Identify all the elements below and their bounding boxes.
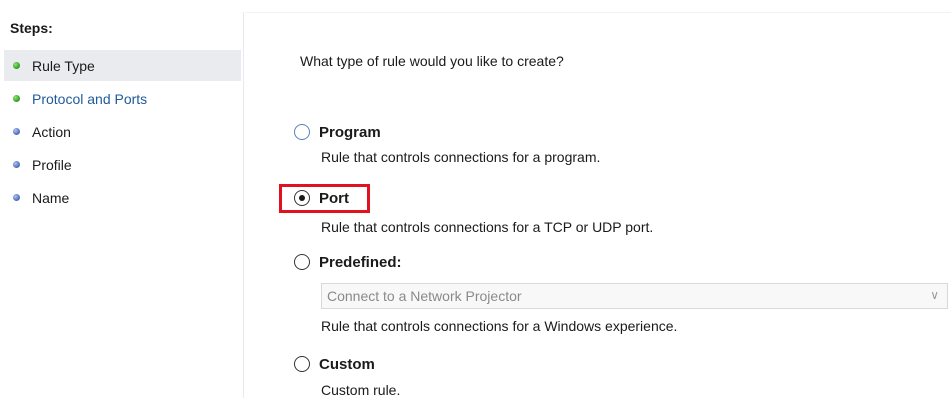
option-port[interactable]: Port (294, 187, 349, 209)
blue-bullet-icon (13, 161, 20, 168)
rule-type-content: What type of rule would you like to crea… (246, 12, 951, 398)
blue-bullet-icon (13, 128, 20, 135)
option-description: Custom rule. (321, 382, 401, 398)
step-label: Rule Type (32, 57, 95, 74)
option-custom[interactable]: Custom (294, 353, 375, 375)
step-label: Action (32, 123, 71, 140)
new-inbound-rule-wizard: Steps: Rule Type Protocol and Ports Acti… (0, 0, 951, 398)
option-label: Predefined: (319, 253, 402, 271)
step-protocol-and-ports[interactable]: Protocol and Ports (4, 83, 241, 114)
steps-pane: Steps: Rule Type Protocol and Ports Acti… (0, 12, 244, 398)
option-program[interactable]: Program (294, 121, 381, 143)
option-description: Rule that controls connections for a Win… (321, 318, 678, 334)
option-label: Custom (319, 355, 375, 373)
dropdown-value: Connect to a Network Projector (327, 288, 522, 304)
step-profile: Profile (4, 149, 241, 180)
steps-header: Steps: (10, 20, 53, 36)
custom-radio[interactable] (294, 356, 310, 372)
chevron-down-icon[interactable]: ∨ (930, 288, 939, 302)
blue-bullet-icon (13, 194, 20, 201)
option-label: Program (319, 123, 381, 141)
step-label: Profile (32, 156, 72, 173)
green-bullet-icon (13, 95, 20, 102)
port-radio[interactable] (294, 190, 310, 206)
step-name: Name (4, 182, 241, 213)
step-rule-type[interactable]: Rule Type (4, 50, 241, 81)
option-description: Rule that controls connections for a TCP… (321, 219, 654, 235)
option-description: Rule that controls connections for a pro… (321, 149, 601, 165)
program-radio[interactable] (294, 124, 310, 140)
page-question: What type of rule would you like to crea… (300, 53, 564, 69)
step-label: Protocol and Ports (32, 90, 148, 107)
option-predefined[interactable]: Predefined: (294, 251, 402, 273)
step-action: Action (4, 116, 241, 147)
step-label: Name (32, 189, 70, 206)
option-label: Port (319, 189, 349, 207)
predefined-rules-dropdown[interactable]: Connect to a Network Projector ∨ (321, 283, 948, 309)
predefined-radio[interactable] (294, 254, 310, 270)
green-bullet-icon (13, 62, 20, 69)
